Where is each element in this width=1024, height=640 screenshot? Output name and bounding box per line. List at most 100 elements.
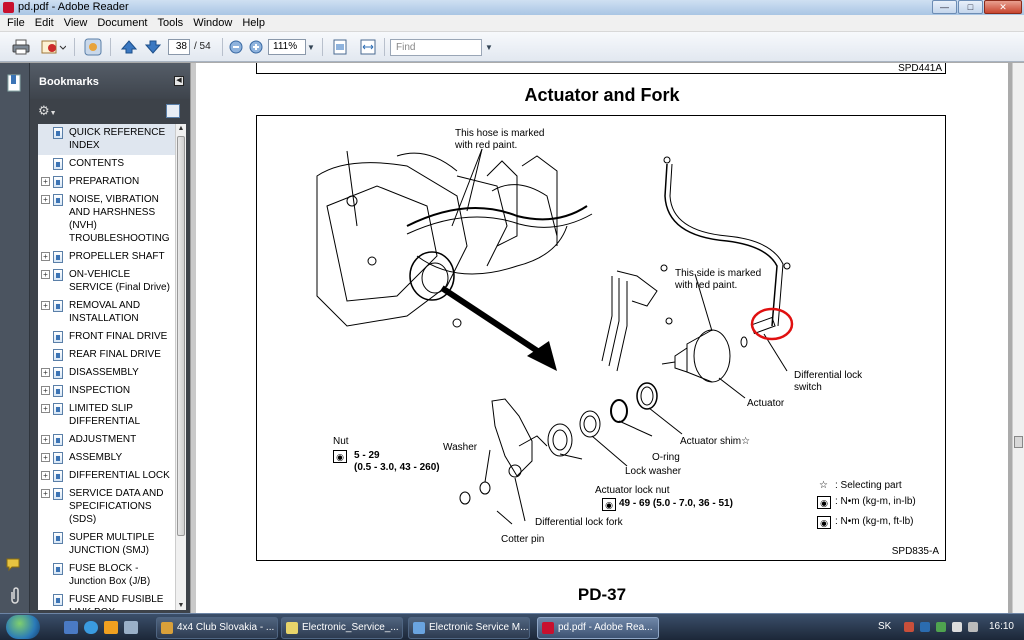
zoom-out-icon[interactable] xyxy=(228,37,244,57)
bookmark-item[interactable]: + SERVICE DATA AND SPECIFICATIONS (SDS) xyxy=(38,485,186,529)
fit-page-icon[interactable] xyxy=(330,37,350,57)
expand-icon[interactable]: + xyxy=(41,435,50,444)
expand-icon[interactable]: + xyxy=(41,177,50,186)
expand-icon[interactable]: + xyxy=(41,301,50,310)
close-button[interactable]: ✕ xyxy=(984,0,1022,14)
bookmark-page-icon xyxy=(53,385,63,397)
attachments-icon[interactable] xyxy=(5,585,25,605)
find-input[interactable]: Find xyxy=(390,39,482,56)
show-desktop-icon[interactable] xyxy=(64,621,78,634)
menu-view[interactable]: View xyxy=(59,17,93,29)
network-icon[interactable] xyxy=(952,622,962,632)
menu-edit[interactable]: Edit xyxy=(30,17,59,29)
bookmark-page-icon xyxy=(53,403,63,415)
bookmark-item[interactable]: + INSPECTION xyxy=(38,382,186,400)
torque-inlb-icon: ◉ xyxy=(817,496,831,509)
tray-icon[interactable] xyxy=(904,622,914,632)
window-titlebar: pd.pdf - Adobe Reader — □ ✕ xyxy=(0,0,1024,15)
menu-file[interactable]: File xyxy=(2,17,30,29)
bookmark-item[interactable]: FUSE BLOCK - Junction Box (J/B) xyxy=(38,560,186,591)
taskbar-button[interactable]: 4x4 Club Slovakia - ... xyxy=(156,617,278,639)
bookmark-item[interactable]: + DISASSEMBLY xyxy=(38,364,186,382)
new-bookmark-icon[interactable] xyxy=(166,104,180,118)
maximize-button[interactable]: □ xyxy=(958,0,983,14)
options-gear-icon[interactable]: ⚙▼ xyxy=(38,103,60,119)
page-number-input[interactable]: 38 xyxy=(168,39,190,55)
find-dropdown-icon[interactable]: ▼ xyxy=(484,37,494,57)
page-total: / 54 xyxy=(194,41,211,52)
document-scrollbar[interactable] xyxy=(1012,63,1024,613)
quicklaunch-icon[interactable] xyxy=(124,621,138,634)
expand-icon[interactable]: + xyxy=(41,252,50,261)
label-actuator-shim: Actuator shim☆ xyxy=(680,436,751,447)
label-differential-lock-fork: Differential lock fork xyxy=(535,517,623,528)
tray-icon[interactable] xyxy=(936,622,946,632)
zoom-dropdown-icon[interactable]: ▼ xyxy=(306,37,316,57)
taskbar-button[interactable]: pd.pdf - Adobe Rea... xyxy=(537,617,659,639)
comments-icon[interactable] xyxy=(5,555,25,575)
collapse-panel-button[interactable]: ◀ xyxy=(174,76,184,86)
bookmark-item[interactable]: QUICK REFERENCE INDEX xyxy=(38,124,186,155)
label-lock-washer: Lock washer xyxy=(625,466,682,477)
bookmark-item[interactable]: FUSE AND FUSIBLE LINK BOX xyxy=(38,591,186,610)
clock[interactable]: 16:10 xyxy=(989,621,1014,632)
legend-star: ☆ xyxy=(819,480,828,491)
page-title: Actuator and Fork xyxy=(524,85,680,105)
menu-help[interactable]: Help xyxy=(237,17,270,29)
volume-icon[interactable] xyxy=(968,622,978,632)
bookmark-item[interactable]: + REMOVAL AND INSTALLATION xyxy=(38,297,186,328)
zoom-level-input[interactable]: 111% xyxy=(268,39,306,55)
bookmark-page-icon xyxy=(53,158,63,170)
hose-note-line1: This hose is marked xyxy=(455,128,545,139)
expand-icon[interactable]: + xyxy=(41,270,50,279)
language-indicator[interactable]: SK xyxy=(878,621,891,632)
start-button[interactable] xyxy=(6,615,40,639)
bookmarks-panel-icon[interactable] xyxy=(5,73,25,93)
label-nut-torque-range: 5 - 29 xyxy=(354,450,380,461)
bookmarks-panel: Bookmarks ◀ ⚙▼ QUICK REFERENCE INDEX CONT… xyxy=(30,63,190,613)
menu-tools[interactable]: Tools xyxy=(153,17,189,29)
tray-icon[interactable] xyxy=(920,622,930,632)
print-icon[interactable] xyxy=(10,37,32,57)
bookmark-item[interactable]: REAR FINAL DRIVE xyxy=(38,346,186,364)
taskbar-button[interactable]: Electronic Service M... xyxy=(408,617,530,639)
bookmarks-scrollbar[interactable]: ▲ ▼ xyxy=(175,124,186,610)
fit-width-icon[interactable] xyxy=(358,37,378,57)
bookmark-item[interactable]: + ADJUSTMENT xyxy=(38,431,186,449)
bookmarks-toolbar: ⚙▼ xyxy=(30,99,190,123)
previous-page-icon[interactable] xyxy=(118,37,140,57)
bookmark-item[interactable]: + DIFFERENTIAL LOCK xyxy=(38,467,186,485)
expand-icon[interactable]: + xyxy=(41,386,50,395)
minimize-button[interactable]: — xyxy=(932,0,957,14)
email-attach-icon[interactable] xyxy=(38,37,68,57)
bookmark-item[interactable]: + ON-VEHICLE SERVICE (Final Drive) xyxy=(38,266,186,297)
label-switch: switch xyxy=(794,382,822,393)
taskbar-button[interactable]: Electronic_Service_... xyxy=(281,617,403,639)
expand-icon[interactable]: + xyxy=(41,404,50,413)
menu-window[interactable]: Window xyxy=(188,17,237,29)
bookmark-item[interactable]: + PROPELLER SHAFT xyxy=(38,248,186,266)
bookmark-item[interactable]: SUPER MULTIPLE JUNCTION (SMJ) xyxy=(38,529,186,560)
label-nut-torque-detail: (0.5 - 3.0, 43 - 260) xyxy=(354,462,440,473)
quicklaunch-icon[interactable] xyxy=(104,621,118,634)
expand-icon[interactable]: + xyxy=(41,489,50,498)
bookmark-item[interactable]: + LIMITED SLIP DIFFERENTIAL xyxy=(38,400,186,431)
bookmark-item[interactable]: + ASSEMBLY xyxy=(38,449,186,467)
label-differential-lock: Differential lock xyxy=(794,370,863,381)
browser-icon[interactable] xyxy=(84,621,98,634)
next-page-icon[interactable] xyxy=(142,37,164,57)
zoom-in-icon[interactable] xyxy=(248,37,264,57)
share-icon[interactable] xyxy=(82,37,104,57)
expand-icon[interactable]: + xyxy=(41,471,50,480)
bookmark-label: REMOVAL AND INSTALLATION xyxy=(69,300,141,324)
menu-document[interactable]: Document xyxy=(92,17,152,29)
bookmark-item[interactable]: CONTENTS xyxy=(38,155,186,173)
bookmark-item[interactable]: + NOISE, VIBRATION AND HARSHNESS (NVH) TR… xyxy=(38,191,186,248)
expand-icon[interactable]: + xyxy=(41,453,50,462)
bookmark-item[interactable]: FRONT FINAL DRIVE xyxy=(38,328,186,346)
expand-icon[interactable]: + xyxy=(41,368,50,377)
expand-icon[interactable]: + xyxy=(41,195,50,204)
bookmark-item[interactable]: + PREPARATION xyxy=(38,173,186,191)
bookmark-label: ASSEMBLY xyxy=(69,452,123,463)
bookmark-page-icon xyxy=(53,367,63,379)
